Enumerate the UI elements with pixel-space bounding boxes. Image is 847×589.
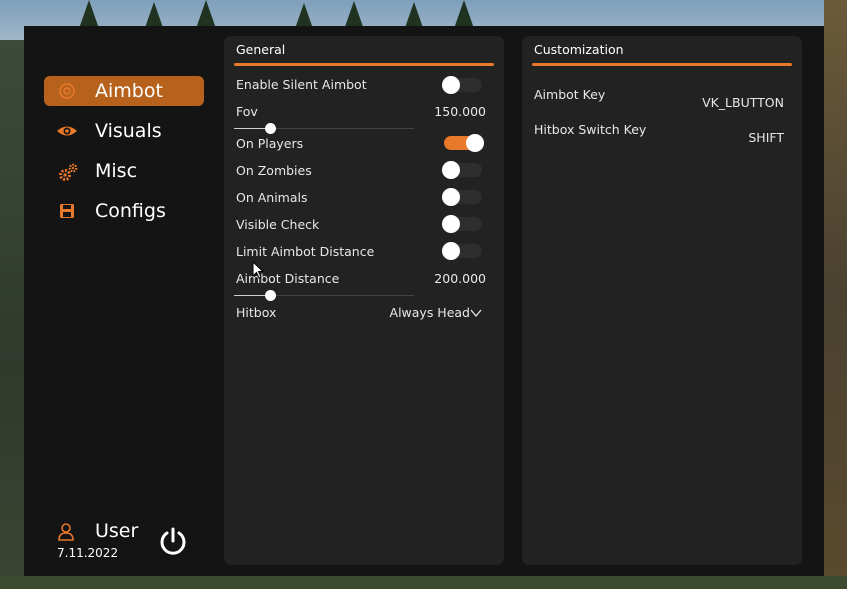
on-zombies-toggle[interactable] — [442, 161, 482, 179]
panel-divider — [532, 63, 792, 66]
toggle-knob — [442, 161, 460, 179]
aimbot-key-label: Aimbot Key — [534, 87, 606, 102]
hitbox-switch-key-label: Hitbox Switch Key — [534, 122, 647, 137]
floppy-disk-icon — [60, 204, 74, 218]
aimbot-distance-value: 200.000 — [434, 271, 486, 286]
limit-aimbot-distance-toggle[interactable] — [442, 242, 482, 260]
toggle-knob — [442, 188, 460, 206]
gears-icon — [59, 163, 78, 181]
background-left-terrain — [0, 40, 24, 589]
limit-aimbot-distance-label: Limit Aimbot Distance — [236, 244, 375, 259]
toggle-knob — [442, 242, 460, 260]
aimbot-key-bind[interactable]: VK_LBUTTON — [702, 95, 784, 110]
cheat-menu-window: Aimbot Visuals Misc Configs User 7.11.20… — [24, 26, 824, 576]
sidebar: Aimbot Visuals Misc Configs User 7.11.20… — [24, 26, 224, 576]
on-animals-label: On Animals — [236, 190, 308, 205]
enable-silent-aimbot-toggle[interactable] — [442, 76, 482, 94]
on-zombies-label: On Zombies — [236, 163, 312, 178]
on-players-toggle[interactable] — [444, 134, 484, 152]
sidebar-item-configs[interactable]: Configs — [44, 196, 204, 226]
toggle-knob — [442, 215, 460, 233]
chevron-down-icon[interactable] — [470, 309, 482, 317]
panel-divider — [234, 63, 494, 66]
general-panel: General Enable Silent Aimbot Fov 150.000… — [224, 36, 504, 565]
mouse-cursor-icon — [252, 261, 264, 279]
fov-slider[interactable] — [234, 123, 414, 134]
slider-knob[interactable] — [265, 290, 276, 301]
customization-panel: Customization Aimbot Key VK_LBUTTON Hitb… — [522, 36, 802, 565]
sidebar-item-misc[interactable]: Misc — [44, 156, 204, 186]
fov-label: Fov — [236, 104, 258, 119]
target-icon — [59, 83, 75, 99]
user-date: 7.11.2022 — [57, 546, 119, 560]
hitbox-label: Hitbox — [236, 305, 277, 320]
eye-icon — [57, 126, 77, 136]
toggle-knob — [466, 134, 484, 152]
aimbot-distance-slider[interactable] — [234, 290, 414, 301]
toggle-knob — [442, 76, 460, 94]
panel-title: Customization — [534, 42, 624, 57]
visible-check-toggle[interactable] — [442, 215, 482, 233]
visible-check-label: Visible Check — [236, 217, 320, 232]
sidebar-item-label: Visuals — [95, 120, 162, 142]
sidebar-item-aimbot[interactable]: Aimbot — [44, 76, 204, 106]
background-grass — [0, 576, 847, 589]
enable-silent-aimbot-label: Enable Silent Aimbot — [236, 77, 367, 92]
power-icon[interactable] — [157, 526, 189, 558]
sidebar-item-label: Aimbot — [95, 80, 163, 102]
hitbox-switch-key-bind[interactable]: SHIFT — [748, 130, 784, 145]
sidebar-item-label: Misc — [95, 160, 138, 182]
panel-title: General — [236, 42, 286, 57]
user-icon — [58, 523, 74, 541]
fov-value: 150.000 — [434, 104, 486, 119]
on-players-label: On Players — [236, 136, 304, 151]
on-animals-toggle[interactable] — [442, 188, 482, 206]
sidebar-item-label: Configs — [95, 200, 166, 222]
sidebar-item-visuals[interactable]: Visuals — [44, 116, 204, 146]
slider-knob[interactable] — [265, 123, 276, 134]
user-name: User — [95, 520, 139, 542]
hitbox-dropdown[interactable]: Always Head — [390, 305, 470, 320]
background-right-terrain — [824, 0, 847, 589]
